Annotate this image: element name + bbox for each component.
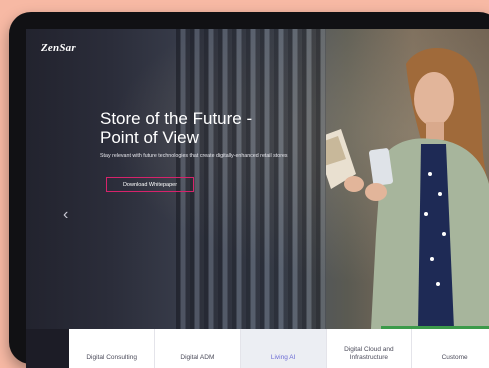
chevron-left-icon[interactable]: ‹ [63,206,68,224]
hero-banner: ZenSar Store of the Future - Point of Vi… [26,29,489,329]
tab-digital-adm[interactable]: Digital ADM [155,329,241,368]
download-whitepaper-button[interactable]: Download Whitepaper [106,177,194,192]
hero-subtitle: Stay relevant with future technologies t… [100,153,288,159]
hero-title-line-1: Store of the Future - [100,109,253,128]
zensar-logo[interactable]: ZenSar [41,42,76,54]
tab-digital-cloud-infrastructure[interactable]: Digital Cloud and Infrastructure [326,329,413,368]
tabs-left-gap [26,329,70,368]
tab-customer[interactable]: Custome [412,329,489,368]
tab-living-ai[interactable]: Living AI [240,329,327,368]
store-shelves-image [176,29,326,329]
hero-title-line-2: Point of View [100,128,199,147]
hero-title: Store of the Future - Point of View [100,109,280,147]
service-tabs: Digital Consulting Digital ADM Living AI… [26,329,489,368]
tablet-frame: ZenSar Store of the Future - Point of Vi… [9,12,489,368]
shopper-photo [326,48,489,329]
website-screen: ZenSar Store of the Future - Point of Vi… [26,29,489,368]
tab-digital-consulting[interactable]: Digital Consulting [69,329,156,368]
